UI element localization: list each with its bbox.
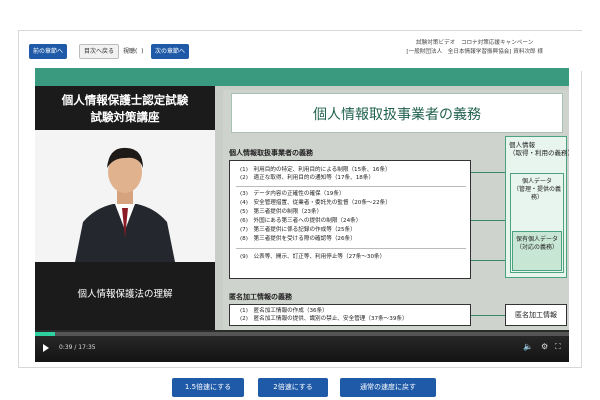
- retained-data-label: 保有個人データ （対応の義務）: [513, 232, 561, 252]
- header-line-2: [一般財団法人 全日本情報学習振興協会] 資料次郎 様: [406, 49, 543, 55]
- progress-bar[interactable]: [35, 332, 569, 336]
- retained-data-line-2: （対応の義務）: [515, 244, 558, 251]
- course-title-line-1: 個人情報保護士認定試験: [61, 93, 189, 107]
- personal-info-title: 個人情報 （取得・利用の義務）: [509, 141, 569, 157]
- connector-line: [471, 260, 509, 261]
- speed-2x-button[interactable]: 2倍速にする: [258, 378, 328, 397]
- personal-data-line-1: 個人データ: [521, 178, 552, 185]
- personal-data-line-2: （管理・提供の義務）: [512, 186, 561, 201]
- fullscreen-icon[interactable]: ⛶: [555, 342, 561, 352]
- duty-item: (6) 外国にある第三者への提供の制限（24条）: [240, 218, 362, 224]
- retained-data-line-1: 保有個人データ: [515, 236, 558, 243]
- video-player[interactable]: 個人情報保護士認定試験 試験対策講座 個人情報保護法の理解 個人情報取扱事業者の…: [35, 68, 569, 362]
- topic-label: 個人情報保護法の理解: [77, 289, 173, 300]
- settings-icon[interactable]: ⚙: [541, 342, 548, 351]
- duty-divider: [236, 248, 466, 249]
- play-icon[interactable]: [43, 344, 49, 352]
- duty-list-box: (1) 利用目的の特定、利用目的による制限（15条、16条） (2) 適正な取得…: [229, 160, 471, 279]
- presenter-figure: [35, 130, 215, 262]
- header-info: 試験対策ビデオ コロナ対策応援キャンペーン [一般財団法人 全日本情報学習振興協…: [406, 39, 543, 57]
- anon-list-box: (1) 匿名加工情報の作成（36条） (2) 匿名加工情報の提供、識別の禁止、安…: [229, 304, 471, 326]
- progress-fill: [35, 332, 56, 336]
- viewed-label: 視聴( ): [123, 48, 144, 55]
- duty-item: (2) 適正な取得、利用目的の通知等（17条、18条）: [240, 175, 375, 181]
- duty-item: (8) 第三者提供を受ける際の確認等（26条）: [240, 236, 356, 242]
- anon-item: (2) 匿名加工情報の提供、識別の禁止、安全管理（37条〜39条）: [240, 316, 408, 322]
- page-frame: 前の章節へ 目次へ戻る 視聴( ) 次の章節へ 試験対策ビデオ コロナ対策応援キ…: [18, 30, 583, 368]
- prev-chapter-button[interactable]: 前の章節へ: [29, 44, 68, 59]
- retained-data-box: 保有個人データ （対応の義務）: [512, 231, 562, 271]
- presenter-video: [35, 130, 215, 262]
- personal-info-box: 個人情報 （取得・利用の義務） 個人データ （管理・提供の義務） 保有個人データ…: [505, 136, 569, 278]
- personal-info-title-line-2: （取得・利用の義務）: [509, 149, 569, 157]
- speed-1-5x-button[interactable]: 1.5倍速にする: [172, 378, 244, 397]
- volume-icon[interactable]: 🔈: [523, 342, 533, 351]
- header-line-1: 試験対策ビデオ コロナ対策応援キャンペーン: [416, 40, 534, 46]
- next-chapter-button[interactable]: 次の章節へ: [151, 44, 190, 59]
- course-title: 個人情報保護士認定試験 試験対策講座: [35, 92, 215, 126]
- duty-item: (5) 第三者提供の制限（23条）: [240, 209, 323, 215]
- personal-data-label: 個人データ （管理・提供の義務）: [511, 174, 563, 202]
- player-controls: 0:39 / 17:35 🔈 ⚙ ⛶: [35, 330, 569, 362]
- personal-info-title-line-1: 個人情報: [509, 141, 535, 149]
- duty-item: (3) データ内容の正確性の確保（19条）: [240, 191, 345, 197]
- anon-info-box: 匿名加工情報: [505, 304, 567, 326]
- speed-normal-button[interactable]: 通常の速度に戻す: [340, 378, 436, 397]
- time-display: 0:39 / 17:35: [59, 344, 96, 351]
- duty-divider: [236, 186, 466, 187]
- top-toolbar: 前の章節へ 目次へ戻る 視聴( ) 次の章節へ 試験対策ビデオ コロナ対策応援キ…: [19, 31, 583, 71]
- course-title-line-2: 試験対策講座: [90, 110, 160, 124]
- connector-line: [471, 315, 505, 316]
- connector-line: [471, 220, 509, 221]
- duty-section-label: 個人情報取扱事業者の義務: [229, 149, 313, 157]
- duty-item: (4) 安全管理措置、従業者・委託先の監督（20条〜22条）: [240, 200, 391, 206]
- connector-line: [471, 172, 505, 173]
- chapter-list-button[interactable]: 目次へ戻る: [79, 44, 120, 59]
- green-band: [35, 68, 569, 86]
- duty-item: (9) 公表等、開示、訂正等、利用停止等（27条〜30条）: [240, 254, 386, 260]
- slide-title: 個人情報取扱事業者の義務: [313, 107, 481, 123]
- duty-item: (1) 利用目的の特定、利用目的による制限（15条、16条）: [240, 167, 391, 173]
- left-panel: 個人情報保護士認定試験 試験対策講座 個人情報保護法の理解: [35, 86, 215, 362]
- lecture-slide: 個人情報取扱事業者の義務 個人情報取扱事業者の義務 (1) 利用目的の特定、利用…: [223, 90, 569, 330]
- anon-section-label: 匿名加工情報の義務: [229, 293, 292, 301]
- anon-item: (1) 匿名加工情報の作成（36条）: [240, 308, 328, 314]
- duty-item: (7) 第三者提供に係る記録の作成等（25条）: [240, 227, 356, 233]
- slide-title-box: 個人情報取扱事業者の義務: [231, 93, 563, 133]
